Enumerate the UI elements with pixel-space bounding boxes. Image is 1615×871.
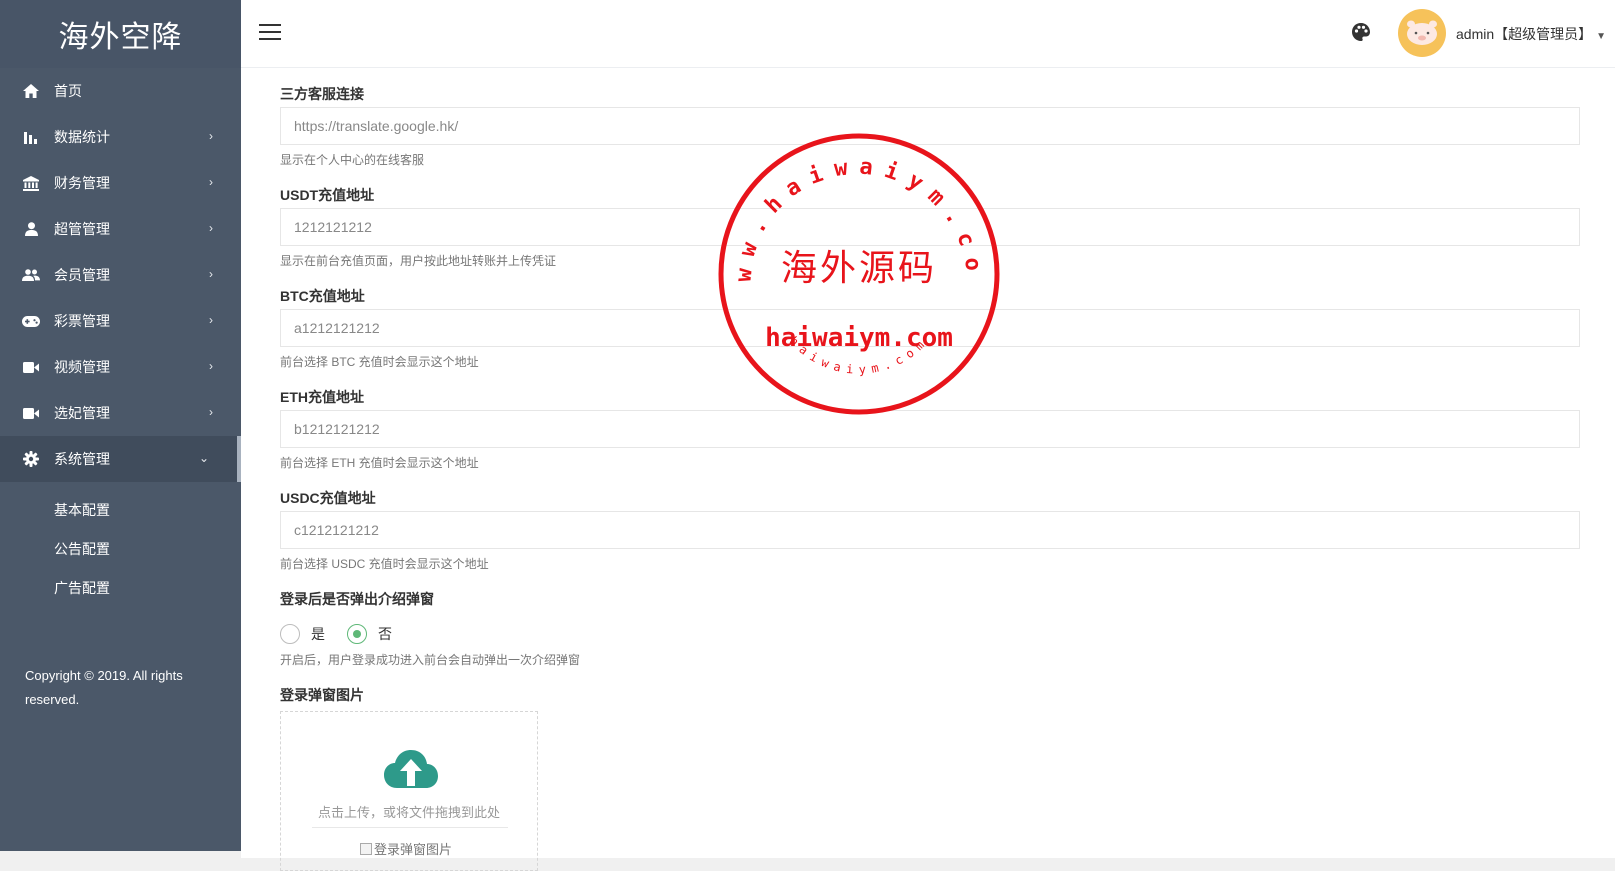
copyright-text: Copyright © 2019. All rights reserved. <box>25 668 183 707</box>
field-eth-address: ETH充值地址 b1212121212 前台选择 ETH 充值时会显示这个地址 <box>280 387 1615 472</box>
field-label: 三方客服连接 <box>280 86 364 102</box>
submenu-item-ad-config[interactable]: 广告配置 <box>0 568 241 607</box>
caret-down-icon: ▼ <box>1596 31 1607 42</box>
sidebar-item-label: 选妃管理 <box>54 405 110 421</box>
users-icon <box>22 266 40 284</box>
sidebar-item-members[interactable]: 会员管理 › <box>0 252 241 298</box>
popup-radio-group: 是 否 <box>280 623 1615 645</box>
top-bar: admin【超级管理员】 ▼ <box>241 0 1615 68</box>
gear-icon <box>22 450 40 468</box>
preview-alt-text: 登录弹窗图片 <box>374 842 453 857</box>
chevron-right-icon: › <box>209 221 213 235</box>
user-menu[interactable]: admin【超级管理员】 ▼ <box>1456 24 1606 44</box>
sidebar-item-statistics[interactable]: 数据统计 › <box>0 114 241 160</box>
field-popup-image: 登录弹窗图片 点击上传，或将文件拖拽到此处 登录弹窗图片 <box>280 685 1615 871</box>
home-icon <box>22 82 40 100</box>
field-login-popup: 登录后是否弹出介绍弹窗 是 否 开启后，用户登录成功进入前台会自动弹出一次介绍弹… <box>280 589 1615 669</box>
image-upload-dropzone[interactable]: 点击上传，或将文件拖拽到此处 登录弹窗图片 <box>280 711 538 871</box>
sidebar-item-admin[interactable]: 超管管理 › <box>0 206 241 252</box>
brand-logo[interactable]: 海外空降 <box>0 0 241 68</box>
radio-label: 否 <box>378 626 392 642</box>
customer-service-url-input[interactable]: https://translate.google.hk/ <box>280 107 1580 145</box>
field-help: 前台选择 BTC 充值时会显示这个地址 <box>280 355 479 369</box>
system-submenu: 基本配置 公告配置 广告配置 <box>0 482 241 615</box>
field-help: 显示在前台充值页面，用户按此地址转账并上传凭证 <box>280 254 557 268</box>
upload-divider <box>312 827 508 828</box>
usdt-address-input[interactable]: 1212121212 <box>280 208 1580 246</box>
video-camera-icon <box>22 358 40 376</box>
sidebar-item-label: 会员管理 <box>54 267 110 283</box>
submenu-item-basic-config[interactable]: 基本配置 <box>0 490 241 529</box>
config-form: 三方客服连接 https://translate.google.hk/ 显示在个… <box>241 68 1615 871</box>
video-camera-icon <box>22 404 40 422</box>
sidebar-item-label: 视频管理 <box>54 359 110 375</box>
sidebar-item-label: 超管管理 <box>54 221 110 237</box>
field-customer-service: 三方客服连接 https://translate.google.hk/ 显示在个… <box>280 84 1615 169</box>
chevron-right-icon: › <box>209 405 213 419</box>
sidebar-item-lottery[interactable]: 彩票管理 › <box>0 298 241 344</box>
radio-circle <box>280 624 300 644</box>
chevron-right-icon: › <box>209 359 213 373</box>
field-label: ETH充值地址 <box>280 389 364 405</box>
sidebar-item-label: 财务管理 <box>54 175 110 191</box>
field-usdt-address: USDT充值地址 1212121212 显示在前台充值页面，用户按此地址转账并上… <box>280 185 1615 270</box>
popup-radio-yes[interactable]: 是 <box>280 624 325 644</box>
chevron-right-icon: › <box>209 129 213 143</box>
eth-address-input[interactable]: b1212121212 <box>280 410 1580 448</box>
field-help: 显示在个人中心的在线客服 <box>280 153 425 167</box>
gamepad-icon <box>22 312 40 330</box>
avatar[interactable] <box>1398 9 1446 57</box>
popup-radio-no[interactable]: 否 <box>347 624 392 644</box>
chevron-down-icon: ⌄ <box>198 451 209 465</box>
field-help: 开启后，用户登录成功进入前台会自动弹出一次介绍弹窗 <box>280 653 581 667</box>
sidebar-item-label: 首页 <box>54 83 82 99</box>
sidebar-menu: 首页 数据统计 › 财务管理 › 超管管理 › 会员管理 › 彩票管理 › 视频… <box>0 68 241 482</box>
chevron-right-icon: › <box>209 175 213 189</box>
user-name: admin【超级管理员】 <box>1456 26 1593 42</box>
cloud-upload-icon <box>384 750 438 788</box>
upload-hint: 点击上传，或将文件拖拽到此处 <box>317 805 500 820</box>
user-icon <box>22 220 40 238</box>
submenu-item-notice-config[interactable]: 公告配置 <box>0 529 241 568</box>
field-help: 前台选择 USDC 充值时会显示这个地址 <box>280 557 489 571</box>
bank-icon <box>22 174 40 192</box>
radio-label: 是 <box>311 626 325 642</box>
field-usdc-address: USDC充值地址 c1212121212 前台选择 USDC 充值时会显示这个地… <box>280 488 1615 573</box>
sidebar: 海外空降 首页 数据统计 › 财务管理 › 超管管理 › 会员管理 › 彩票管理… <box>0 0 241 851</box>
field-help: 前台选择 ETH 充值时会显示这个地址 <box>280 456 479 470</box>
sidebar-item-label: 系统管理 <box>54 451 110 467</box>
field-label: BTC充值地址 <box>280 288 365 304</box>
palette-icon[interactable] <box>1351 22 1371 42</box>
main-content: 三方客服连接 https://translate.google.hk/ 显示在个… <box>241 68 1615 871</box>
sidebar-item-finance[interactable]: 财务管理 › <box>0 160 241 206</box>
field-btc-address: BTC充值地址 a1212121212 前台选择 BTC 充值时会显示这个地址 <box>280 286 1615 371</box>
radio-circle <box>347 624 367 644</box>
sidebar-item-system[interactable]: 系统管理 ⌄ <box>0 436 241 482</box>
bar-chart-icon <box>22 128 40 146</box>
sidebar-item-label: 彩票管理 <box>54 313 110 329</box>
sidebar-item-label: 数据统计 <box>54 129 110 145</box>
field-label: 登录后是否弹出介绍弹窗 <box>280 591 434 607</box>
btc-address-input[interactable]: a1212121212 <box>280 309 1580 347</box>
chevron-right-icon: › <box>209 267 213 281</box>
field-label: USDT充值地址 <box>280 187 375 203</box>
sidebar-item-video[interactable]: 视频管理 › <box>0 344 241 390</box>
field-label: 登录弹窗图片 <box>280 687 364 703</box>
usdc-address-input[interactable]: c1212121212 <box>280 511 1580 549</box>
chevron-right-icon: › <box>209 313 213 327</box>
popup-image-preview: 登录弹窗图片 <box>360 839 452 858</box>
field-label: USDC充值地址 <box>280 490 376 506</box>
sidebar-item-concubine[interactable]: 选妃管理 › <box>0 390 241 436</box>
menu-toggle-icon[interactable] <box>259 24 281 42</box>
broken-image-icon <box>360 842 372 855</box>
sidebar-item-home[interactable]: 首页 <box>0 68 241 114</box>
